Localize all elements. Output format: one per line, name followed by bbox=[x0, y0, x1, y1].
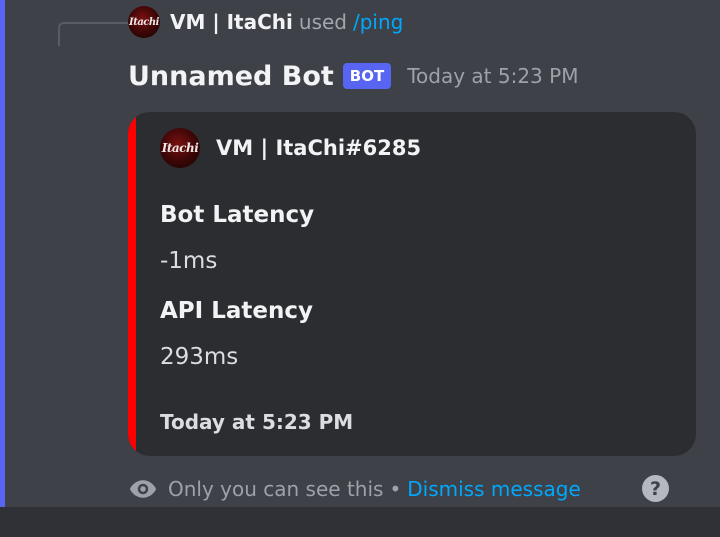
reply-username[interactable]: VM | ItaChi bbox=[170, 10, 293, 34]
embed-author: Itachi VM | ItaChi#6285 bbox=[160, 128, 421, 168]
help-icon[interactable]: ? bbox=[642, 475, 669, 502]
command-link[interactable]: /ping bbox=[353, 10, 403, 34]
field-name-api-latency: API Latency bbox=[160, 298, 313, 324]
dismiss-message-link[interactable]: Dismiss message bbox=[407, 477, 581, 501]
avatar-logo-text: Itachi bbox=[129, 16, 159, 28]
reply-used-text: used bbox=[298, 10, 347, 34]
bot-badge: BOT bbox=[342, 63, 392, 89]
bot-username[interactable]: Unnamed Bot bbox=[128, 61, 334, 92]
command-reply-header: Itachi VM | ItaChi used /ping bbox=[128, 6, 403, 38]
chat-bottom-area bbox=[0, 507, 720, 537]
ephemeral-text: Only you can see this bbox=[168, 477, 384, 501]
message-timestamp[interactable]: Today at 5:23 PM bbox=[407, 64, 578, 88]
field-name-bot-latency: Bot Latency bbox=[160, 202, 315, 228]
embed-color-bar bbox=[128, 112, 136, 456]
reply-spine bbox=[58, 22, 136, 46]
embed-author-avatar: Itachi bbox=[160, 128, 200, 168]
reply-avatar[interactable]: Itachi bbox=[128, 6, 160, 38]
message-header: Unnamed Bot BOT Today at 5:23 PM bbox=[128, 58, 578, 94]
ephemeral-notice: Only you can see this • Dismiss message bbox=[128, 474, 581, 504]
field-value-bot-latency: -1ms bbox=[160, 248, 218, 274]
embed-author-name: VM | ItaChi#6285 bbox=[216, 136, 422, 160]
highlight-bar bbox=[0, 0, 5, 507]
field-value-api-latency: 293ms bbox=[160, 344, 239, 370]
eye-icon bbox=[128, 474, 158, 504]
ping-embed: Itachi VM | ItaChi#6285 Bot Latency -1ms… bbox=[128, 112, 696, 456]
separator-dot: • bbox=[389, 477, 402, 501]
embed-footer-timestamp: Today at 5:23 PM bbox=[160, 410, 354, 434]
avatar-logo-text: Itachi bbox=[161, 141, 199, 155]
